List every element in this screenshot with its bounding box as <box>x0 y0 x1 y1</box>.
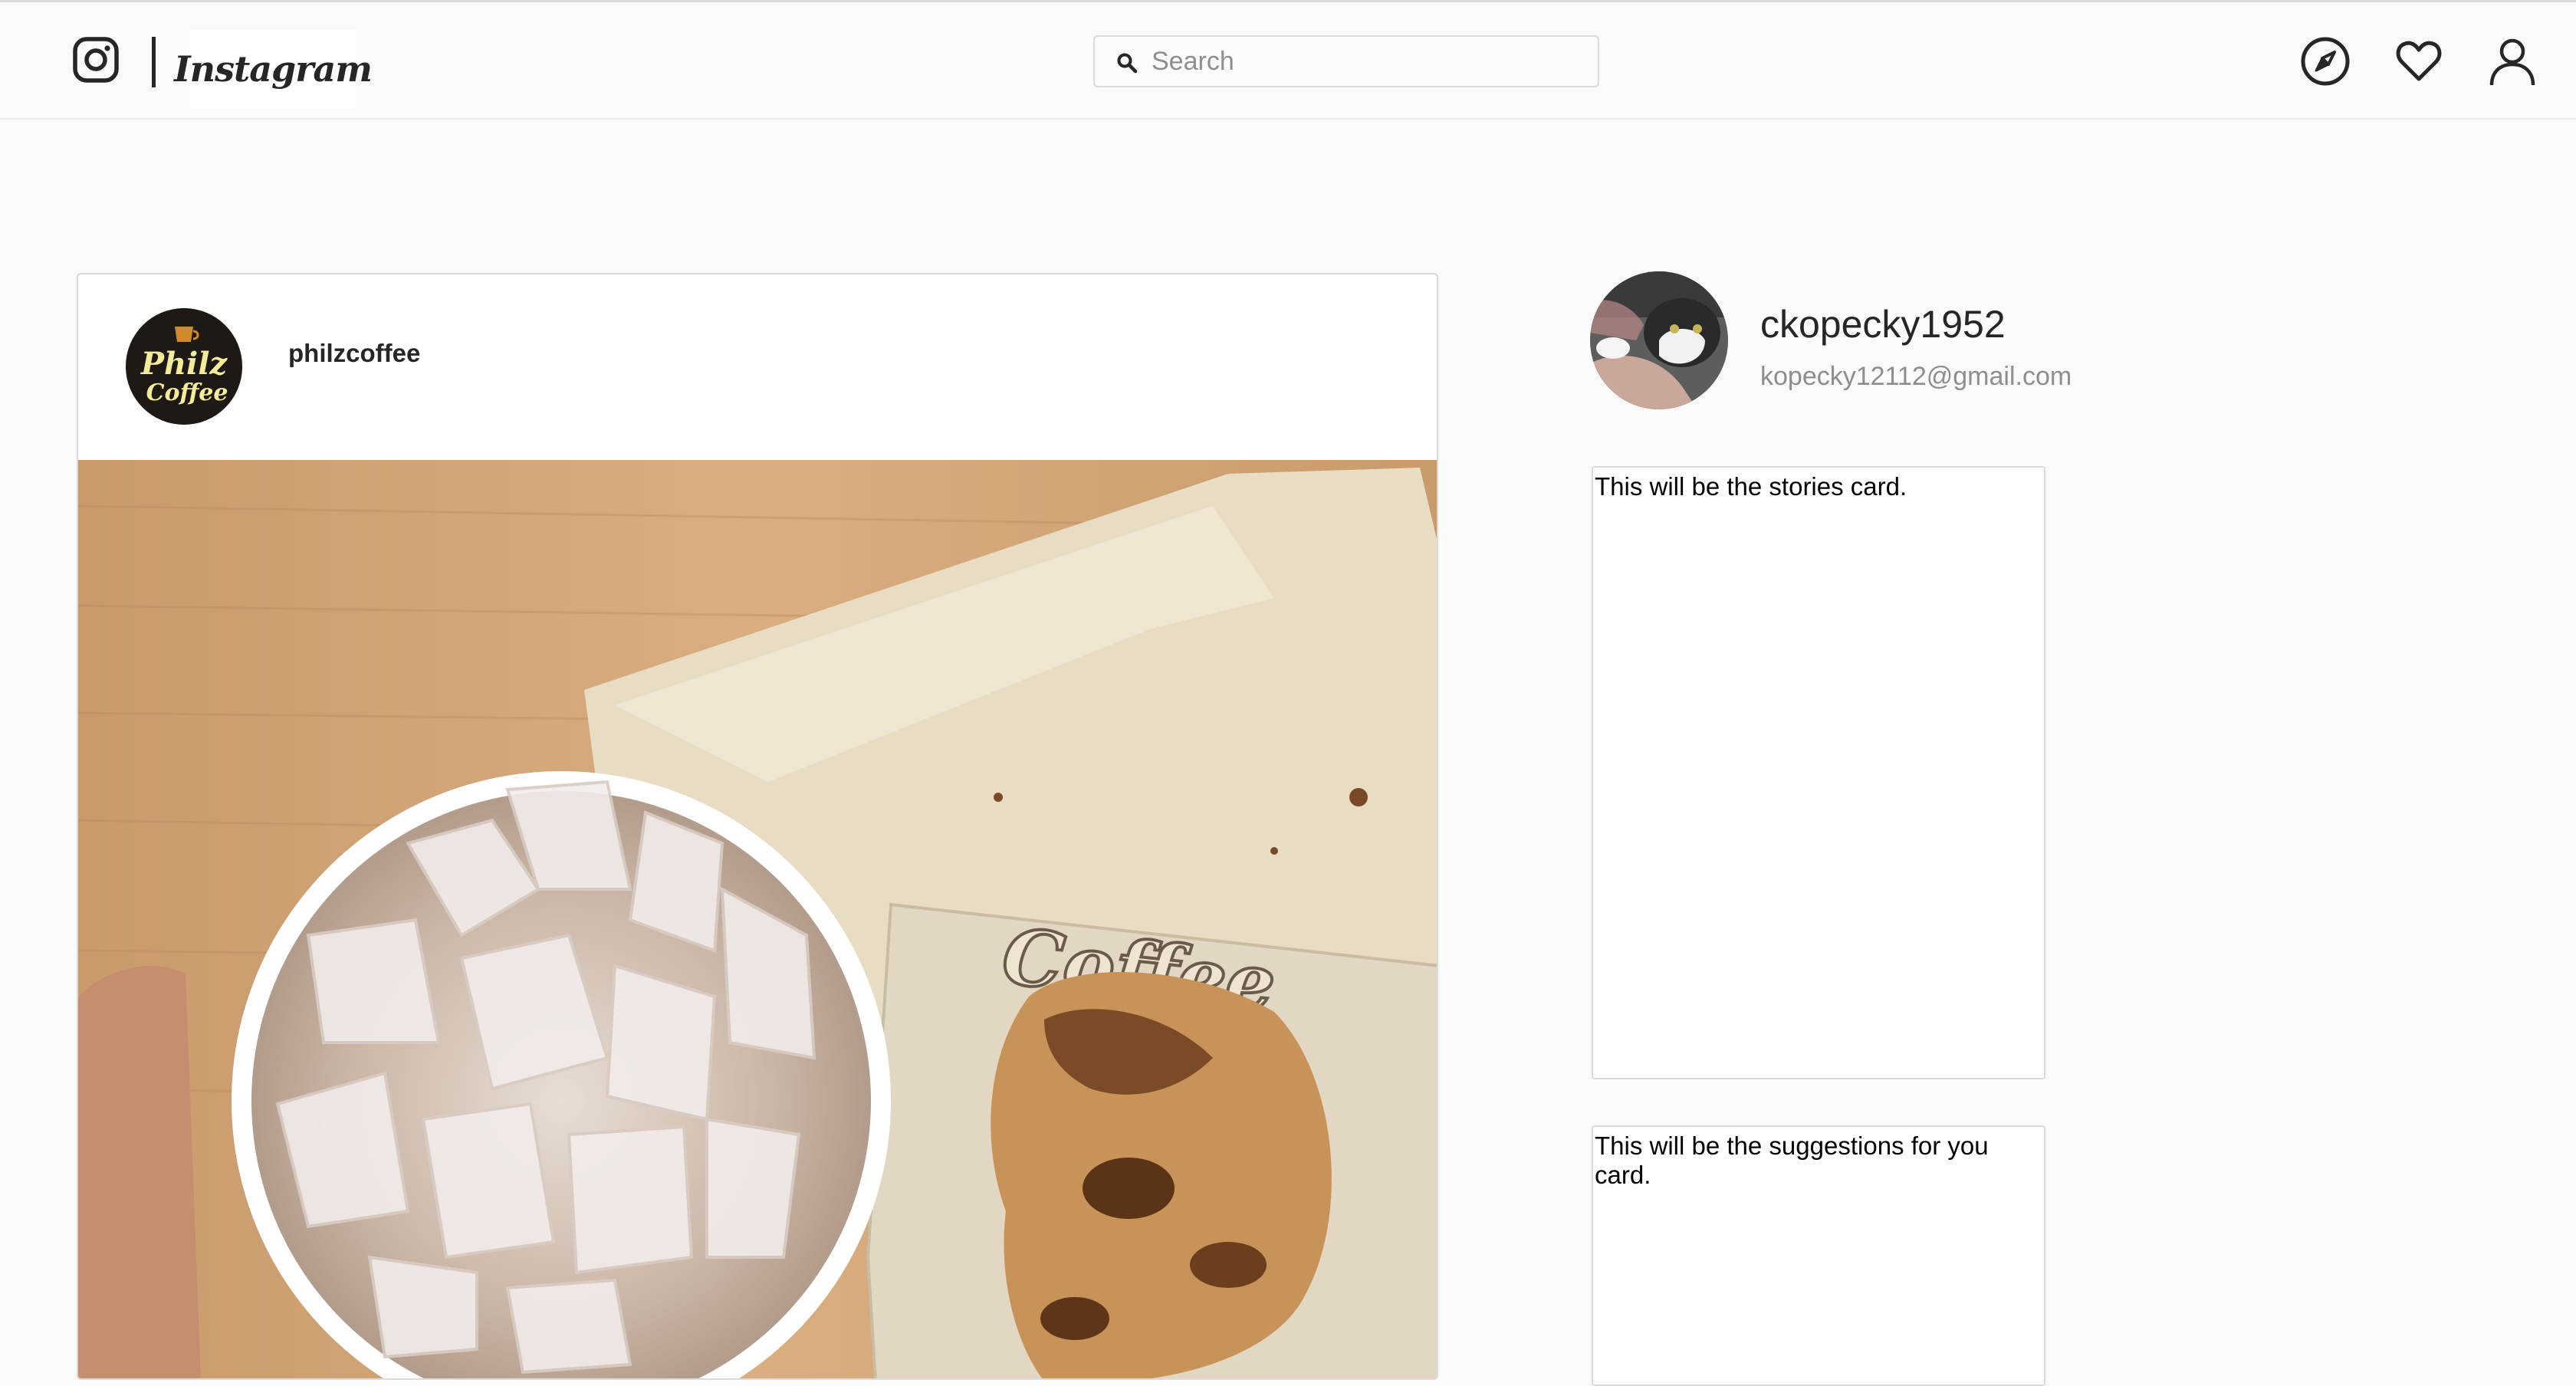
search-input[interactable] <box>1152 43 1581 80</box>
top-navigation-bar: Instagram <box>0 0 2576 120</box>
cat-photo <box>1590 271 1728 409</box>
feed-post-card: Philz Coffee philzcoffee Coffee <box>77 273 1438 1380</box>
profile-email: kopecky12112@gmail.com <box>1760 362 2072 391</box>
stories-card: This will be the stories card. <box>1592 466 2045 1079</box>
profile-avatar[interactable] <box>1590 271 1728 409</box>
post-username[interactable]: philzcoffee <box>288 339 420 368</box>
user-icon[interactable] <box>2486 34 2539 88</box>
profile-username[interactable]: ckopecky1952 <box>1760 302 2006 346</box>
svg-text:Coffee: Coffee <box>146 379 228 406</box>
instagram-glyph-icon[interactable] <box>71 34 121 85</box>
post-photo[interactable]: Coffee <box>78 460 1437 1378</box>
post-header: Philz Coffee philzcoffee <box>78 274 1437 460</box>
search-icon <box>1117 53 1138 74</box>
instagram-wordmark-logo[interactable]: Instagram <box>174 30 373 108</box>
search-box[interactable] <box>1093 35 1599 87</box>
stories-card-text: This will be the stories card. <box>1595 472 1907 501</box>
logo-divider <box>152 37 156 87</box>
suggestions-card: This will be the suggestions for you car… <box>1592 1125 2045 1386</box>
philz-logo-image: Philz Coffee <box>126 308 242 425</box>
heart-icon[interactable] <box>2392 34 2446 88</box>
coffee-and-cookie-photo: Coffee <box>78 460 1437 1378</box>
wordmark-text: Instagram <box>174 48 373 90</box>
suggestions-card-text: This will be the suggestions for you car… <box>1595 1131 1989 1189</box>
svg-text:Philz: Philz <box>140 346 228 382</box>
post-author-avatar[interactable]: Philz Coffee <box>126 308 242 425</box>
compass-icon[interactable] <box>2298 34 2352 88</box>
